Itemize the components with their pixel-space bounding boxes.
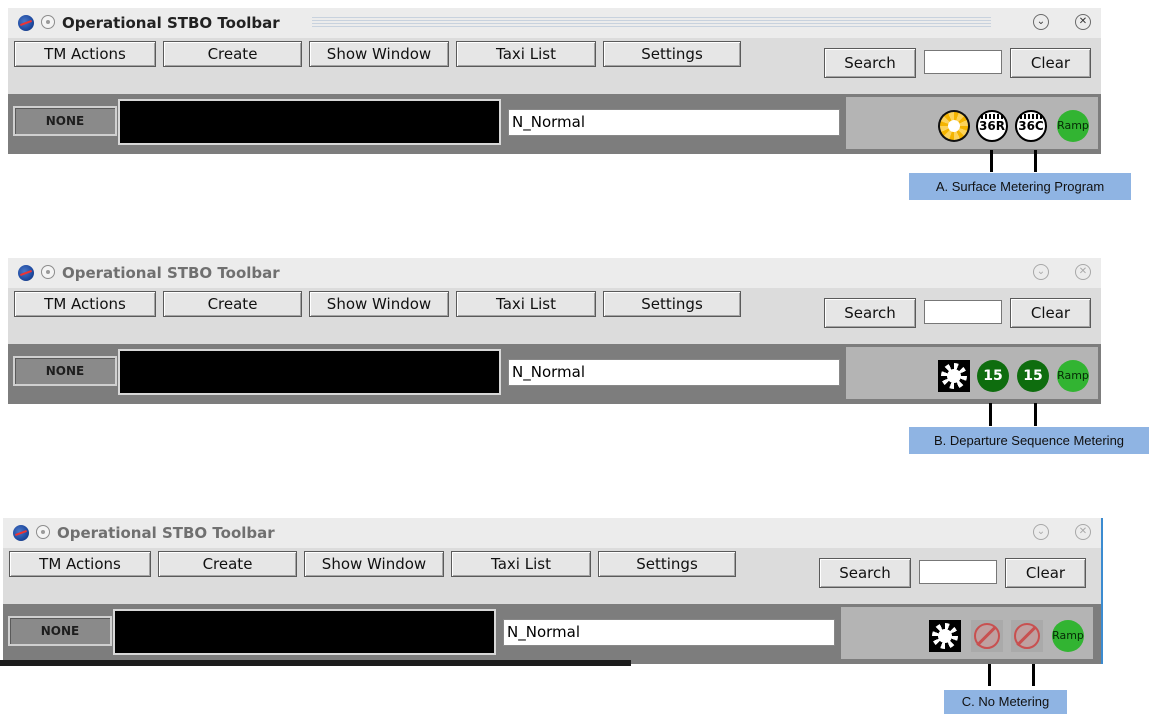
callout-line <box>1034 403 1037 426</box>
message-display <box>118 99 501 145</box>
settings-button[interactable]: Settings <box>603 291 741 317</box>
message-display <box>113 609 496 655</box>
yellow-gear-icon[interactable] <box>938 110 970 142</box>
window-title: Operational STBO Toolbar <box>62 264 280 282</box>
runway-36C-icon[interactable]: 36C <box>1015 110 1047 142</box>
none-status-field: NONE <box>8 616 112 646</box>
settings-button[interactable]: Settings <box>603 41 741 67</box>
callout-label-a: A. Surface Metering Program <box>909 173 1131 200</box>
minimize-icon[interactable]: ⌄ <box>1033 14 1049 30</box>
nasa-logo-icon <box>13 525 29 541</box>
callout-line <box>989 403 992 426</box>
ramp-label: Ramp <box>1057 369 1089 382</box>
callout-line <box>1032 664 1035 686</box>
show-window-button[interactable]: Show Window <box>304 551 444 577</box>
runway-36R-icon[interactable]: 36R <box>976 110 1008 142</box>
no-metering-icon[interactable] <box>1011 620 1043 652</box>
close-icon[interactable]: ✕ <box>1075 14 1091 30</box>
ramp-icon[interactable]: Ramp <box>1057 110 1089 142</box>
nasa-logo-icon <box>18 15 34 31</box>
window-menu-icon[interactable] <box>41 15 55 29</box>
minimize-icon[interactable]: ⌄ <box>1033 264 1049 280</box>
window-title: Operational STBO Toolbar <box>62 14 280 32</box>
metering-indicator-panel: Ramp <box>841 607 1093 659</box>
tm-actions-button[interactable]: TM Actions <box>14 291 156 317</box>
clear-button[interactable]: Clear <box>1005 558 1086 588</box>
runway-15-icon[interactable]: 15 <box>977 360 1009 392</box>
show-window-button[interactable]: Show Window <box>309 291 449 317</box>
status-bar: NONE N_Normal Ramp <box>3 604 1101 664</box>
runway-label: 36R <box>979 119 1005 133</box>
callout-label-c: C. No Metering <box>944 690 1067 714</box>
runway-label: 15 <box>1023 368 1043 384</box>
ramp-icon[interactable]: Ramp <box>1057 360 1089 392</box>
window-menu-icon[interactable] <box>41 265 55 279</box>
metering-indicator-panel: 15 15 Ramp <box>846 347 1098 399</box>
toolbar-buttons-row: TM Actions Create Show Window Taxi List … <box>8 38 1101 94</box>
settings-button[interactable]: Settings <box>598 551 736 577</box>
close-icon[interactable]: ✕ <box>1075 524 1091 540</box>
clear-button[interactable]: Clear <box>1010 48 1091 78</box>
window-menu-icon[interactable] <box>36 525 50 539</box>
tm-actions-button[interactable]: TM Actions <box>14 41 156 67</box>
background-window-strip <box>0 660 631 666</box>
clear-button[interactable]: Clear <box>1010 298 1091 328</box>
metering-indicator-panel: 36R 36C Ramp <box>846 97 1098 149</box>
status-bar: NONE N_Normal 15 15 Ramp <box>8 344 1101 404</box>
ramp-icon[interactable]: Ramp <box>1052 620 1084 652</box>
show-window-button[interactable]: Show Window <box>309 41 449 67</box>
tm-actions-button[interactable]: TM Actions <box>9 551 151 577</box>
window-edge <box>1101 518 1103 664</box>
toolbar-window-a: Operational STBO Toolbar ⌄ ✕ TM Actions … <box>8 8 1101 154</box>
mode-field: N_Normal <box>503 619 835 646</box>
window-title: Operational STBO Toolbar <box>57 524 275 542</box>
mode-field: N_Normal <box>508 109 840 136</box>
title-bar-grip <box>312 17 991 28</box>
title-bar: Operational STBO Toolbar ⌄ ✕ <box>8 258 1101 288</box>
toolbar-buttons-row: TM Actions Create Show Window Taxi List … <box>3 548 1101 604</box>
message-display <box>118 349 501 395</box>
white-gear-icon[interactable] <box>929 620 961 652</box>
mode-field: N_Normal <box>508 359 840 386</box>
callout-line <box>990 150 993 172</box>
callout-line <box>988 664 991 686</box>
search-button[interactable]: Search <box>824 298 916 328</box>
taxi-list-button[interactable]: Taxi List <box>456 291 596 317</box>
nasa-logo-icon <box>18 265 34 281</box>
white-gear-icon[interactable] <box>938 360 970 392</box>
search-button[interactable]: Search <box>824 48 916 78</box>
taxi-list-button[interactable]: Taxi List <box>456 41 596 67</box>
ramp-label: Ramp <box>1052 629 1084 642</box>
none-status-field: NONE <box>13 106 117 136</box>
status-bar: NONE N_Normal 36R 36C Ramp <box>8 94 1101 154</box>
search-input[interactable] <box>924 50 1002 74</box>
none-status-field: NONE <box>13 356 117 386</box>
callout-line <box>1034 150 1037 172</box>
create-button[interactable]: Create <box>163 41 302 67</box>
taxi-list-button[interactable]: Taxi List <box>451 551 591 577</box>
search-input[interactable] <box>919 560 997 584</box>
toolbar-buttons-row: TM Actions Create Show Window Taxi List … <box>8 288 1101 344</box>
no-metering-icon[interactable] <box>971 620 1003 652</box>
create-button[interactable]: Create <box>158 551 297 577</box>
search-button[interactable]: Search <box>819 558 911 588</box>
search-input[interactable] <box>924 300 1002 324</box>
toolbar-window-b: Operational STBO Toolbar ⌄ ✕ TM Actions … <box>8 258 1101 404</box>
toolbar-window-c: Operational STBO Toolbar ⌄ ✕ TM Actions … <box>3 518 1101 664</box>
runway-label: 15 <box>983 368 1003 384</box>
minimize-icon[interactable]: ⌄ <box>1033 524 1049 540</box>
title-bar: Operational STBO Toolbar ⌄ ✕ <box>8 8 1101 38</box>
title-bar: Operational STBO Toolbar ⌄ ✕ <box>3 518 1101 548</box>
runway-label: 36C <box>1018 119 1044 133</box>
create-button[interactable]: Create <box>163 291 302 317</box>
callout-label-b: B. Departure Sequence Metering <box>909 427 1149 454</box>
close-icon[interactable]: ✕ <box>1075 264 1091 280</box>
ramp-label: Ramp <box>1057 119 1089 132</box>
runway-15-icon[interactable]: 15 <box>1017 360 1049 392</box>
